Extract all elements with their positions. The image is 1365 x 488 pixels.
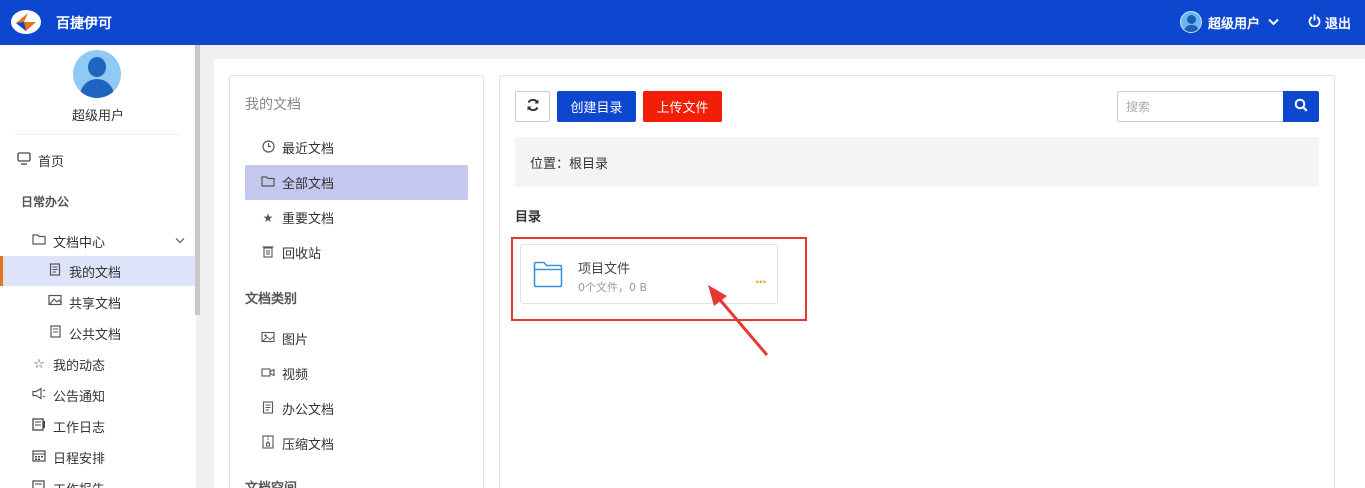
trash-icon <box>260 245 276 261</box>
notebook-icon <box>31 417 47 435</box>
doc-nav-label: 重要文档 <box>282 212 335 227</box>
refresh-button[interactable] <box>515 91 550 122</box>
sidebar-item-label: 文档中心 <box>53 235 106 251</box>
doc-nav-label: 最近文档 <box>282 142 335 157</box>
doc-category-title: 文档类别 <box>245 292 298 307</box>
doc-nav-label: 办公文档 <box>282 403 335 418</box>
search-icon <box>1294 98 1308 116</box>
sidebar-item-label: 日程安排 <box>53 451 106 467</box>
sidebar-item-public-docs[interactable]: 公共文档 <box>0 318 196 348</box>
search-button[interactable] <box>1283 91 1319 122</box>
sidebar-item-doc-center[interactable]: 文档中心 <box>0 226 196 256</box>
folder-item[interactable]: 项目文件 0个文件，0 B ··· <box>520 244 778 304</box>
doc-space-title: 文档空间 <box>245 477 297 488</box>
sidebar-section-daily: 日常办公 <box>21 195 70 209</box>
report-icon <box>31 479 47 488</box>
chevron-down-icon <box>1268 16 1279 29</box>
sidebar-item-label: 公告通知 <box>53 389 106 405</box>
folder-icon <box>260 175 276 190</box>
directory-heading: 目录 <box>515 210 542 225</box>
doc-nav-label: 回收站 <box>282 247 322 262</box>
document-icon <box>260 400 276 417</box>
user-avatar-icon <box>1180 11 1202 33</box>
sidebar-item-my-activity[interactable]: ☆ 我的动态 <box>0 349 196 379</box>
search-input[interactable] <box>1117 91 1284 122</box>
breadcrumb: 位置：根目录 <box>515 137 1319 187</box>
doc-nav-title: 我的文档 <box>245 97 301 113</box>
avatar <box>73 50 121 98</box>
sidebar-item-work-log[interactable]: 工作日志 <box>0 411 196 441</box>
document-icon <box>47 262 63 280</box>
app-logo-icon <box>11 10 41 34</box>
sidebar-username: 超级用户 <box>71 109 124 124</box>
sidebar-item-label: 工作报告 <box>53 479 105 488</box>
star-icon: ☆ <box>33 356 45 372</box>
folder-icon <box>31 233 47 249</box>
star-icon: ★ <box>262 210 274 225</box>
refresh-icon <box>526 98 540 116</box>
folder-name: 项目文件 <box>578 262 631 277</box>
more-options-icon[interactable]: ··· <box>755 275 767 289</box>
folder-meta: 0个文件，0 B <box>578 281 648 294</box>
doc-nav-archives[interactable]: 压缩文档 <box>245 426 468 461</box>
zip-file-icon <box>260 435 276 452</box>
sidebar-item-notices[interactable]: 公告通知 <box>0 380 196 410</box>
sidebar-item-label: 我的文档 <box>69 265 122 281</box>
chevron-down-icon <box>175 236 185 247</box>
location-text: 位置：根目录 <box>530 156 609 172</box>
doc-nav-recycle[interactable]: 回收站 <box>245 235 468 270</box>
image-icon <box>260 331 276 346</box>
doc-nav-images[interactable]: 图片 <box>245 321 468 356</box>
sidebar-item-work-report[interactable]: 工作报告 <box>0 473 196 488</box>
user-name: 超级用户 <box>1208 16 1261 32</box>
sidebar-item-label: 首页 <box>38 154 65 170</box>
top-bar: 百捷伊可 超级用户 退出 <box>0 0 1365 45</box>
user-menu[interactable]: 超级用户 <box>1180 10 1279 34</box>
doc-nav-recent[interactable]: 最近文档 <box>245 130 468 165</box>
clock-icon <box>260 139 276 156</box>
sidebar-item-label: 共享文档 <box>69 296 122 312</box>
create-directory-button[interactable]: 创建目录 <box>557 91 636 122</box>
sidebar-item-label: 工作日志 <box>53 420 106 436</box>
sidebar-scrollbar[interactable] <box>195 45 200 315</box>
sidebar-item-schedule[interactable]: 日程安排 <box>0 442 196 472</box>
logout-label: 退出 <box>1325 17 1352 32</box>
sidebar-item-label: 我的动态 <box>53 358 106 374</box>
upload-file-button[interactable]: 上传文件 <box>643 91 722 122</box>
monitor-icon <box>16 151 32 169</box>
doc-nav-label: 全部文档 <box>282 177 335 192</box>
sidebar: 超级用户 首页 日常办公 文档中心 我的文档 共享文档 公共文档 ☆ 我的动态 … <box>0 45 196 488</box>
doc-nav-label: 视频 <box>282 368 309 383</box>
sidebar-item-shared-docs[interactable]: 共享文档 <box>0 287 196 317</box>
sidebar-item-label: 公共文档 <box>69 327 122 343</box>
app-title: 百捷伊可 <box>56 16 112 32</box>
megaphone-icon <box>31 386 47 404</box>
divider <box>14 134 180 135</box>
calendar-icon <box>31 449 47 466</box>
doc-nav-videos[interactable]: 视频 <box>245 356 468 391</box>
doc-nav-all[interactable]: 全部文档 <box>245 165 468 200</box>
doc-nav-label: 图片 <box>282 333 309 348</box>
video-icon <box>260 367 276 381</box>
doc-nav-label: 压缩文档 <box>282 438 335 453</box>
logout-button[interactable]: 退出 <box>1308 13 1351 32</box>
folder-icon <box>533 261 563 292</box>
image-folder-icon <box>47 294 63 310</box>
power-icon <box>1308 14 1321 31</box>
doc-nav-important[interactable]: ★ 重要文档 <box>245 200 468 235</box>
sidebar-item-home[interactable]: 首页 <box>0 145 196 175</box>
doc-nav-office[interactable]: 办公文档 <box>245 391 468 426</box>
file-copy-icon <box>47 324 63 342</box>
sidebar-item-my-docs[interactable]: 我的文档 <box>0 256 196 286</box>
